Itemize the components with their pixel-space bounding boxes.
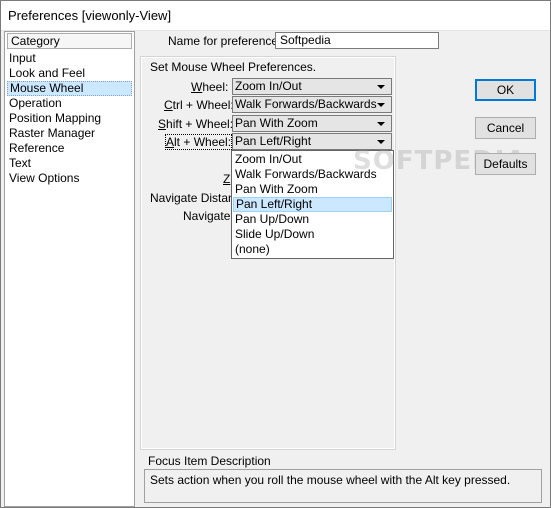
category-item-look-and-feel[interactable]: Look and Feel [7,66,132,81]
category-item-mouse-wheel[interactable]: Mouse Wheel [7,81,132,96]
shift-wheel-combo[interactable]: Pan With Zoom [232,115,392,132]
ctrl-wheel-combo[interactable]: Walk Forwards/Backwards [232,96,392,113]
navigate-distance-label: Navigate Distanc [150,191,241,205]
cancel-button-label: Cancel [486,121,525,135]
navigate-label: Navigate [183,209,231,223]
chevron-down-icon [377,140,385,144]
alt-wheel-combo-value: Pan Left/Right [235,134,312,148]
category-item-text[interactable]: Text [7,156,132,171]
category-item-position-mapping[interactable]: Position Mapping [7,111,132,126]
category-item-operation[interactable]: Operation [7,96,132,111]
ok-button[interactable]: OK [475,79,536,101]
section-label: Set Mouse Wheel Preferences. [150,60,317,74]
category-header: Category [7,33,132,49]
dropdown-option[interactable]: Pan Up/Down [233,212,392,227]
wheel-label: Wheel: [191,80,229,94]
zoom-label-partial: Z [223,172,231,186]
name-label: Name for preferences [168,34,285,48]
cancel-button[interactable]: Cancel [475,117,536,139]
chevron-down-icon [377,85,385,89]
shift-wheel-label: Shift + Wheel: [158,117,234,131]
dropdown-option[interactable]: Pan With Zoom [233,182,392,197]
alt-wheel-label: Alt + Wheel: [164,134,233,150]
ctrl-wheel-combo-value: Walk Forwards/Backwards [235,97,377,111]
category-list[interactable]: Category Input Look and Feel Mouse Wheel… [4,31,135,507]
chevron-down-icon [377,103,385,107]
chevron-down-icon [377,122,385,126]
category-item-reference[interactable]: Reference [7,141,132,156]
wheel-combo[interactable]: Zoom In/Out [232,78,392,95]
category-item-raster-manager[interactable]: Raster Manager [7,126,132,141]
window-title: Preferences [viewonly-View] [8,8,172,23]
dropdown-option[interactable]: Slide Up/Down [233,227,392,242]
defaults-button[interactable]: Defaults [475,153,536,175]
focus-description-box: Sets action when you roll the mouse whee… [144,469,542,503]
defaults-button-label: Defaults [483,157,528,171]
ctrl-wheel-label: Ctrl + Wheel: [164,98,234,112]
dropdown-option-highlighted[interactable]: Pan Left/Right [233,197,392,212]
focus-title: Focus Item Description [148,454,271,468]
ok-button-label: OK [496,83,515,97]
category-item-input[interactable]: Input [7,51,132,66]
wheel-combo-value: Zoom In/Out [235,79,302,93]
preferences-window: Preferences [viewonly-View] Category Inp… [0,0,551,508]
focus-description: Sets action when you roll the mouse whee… [150,473,511,487]
dropdown-option[interactable]: (none) [233,242,392,257]
name-input[interactable]: Softpedia [275,32,439,49]
title-bar[interactable]: Preferences [viewonly-View] [1,1,550,31]
shift-wheel-combo-value: Pan With Zoom [235,116,318,130]
category-item-view-options[interactable]: View Options [7,171,132,186]
